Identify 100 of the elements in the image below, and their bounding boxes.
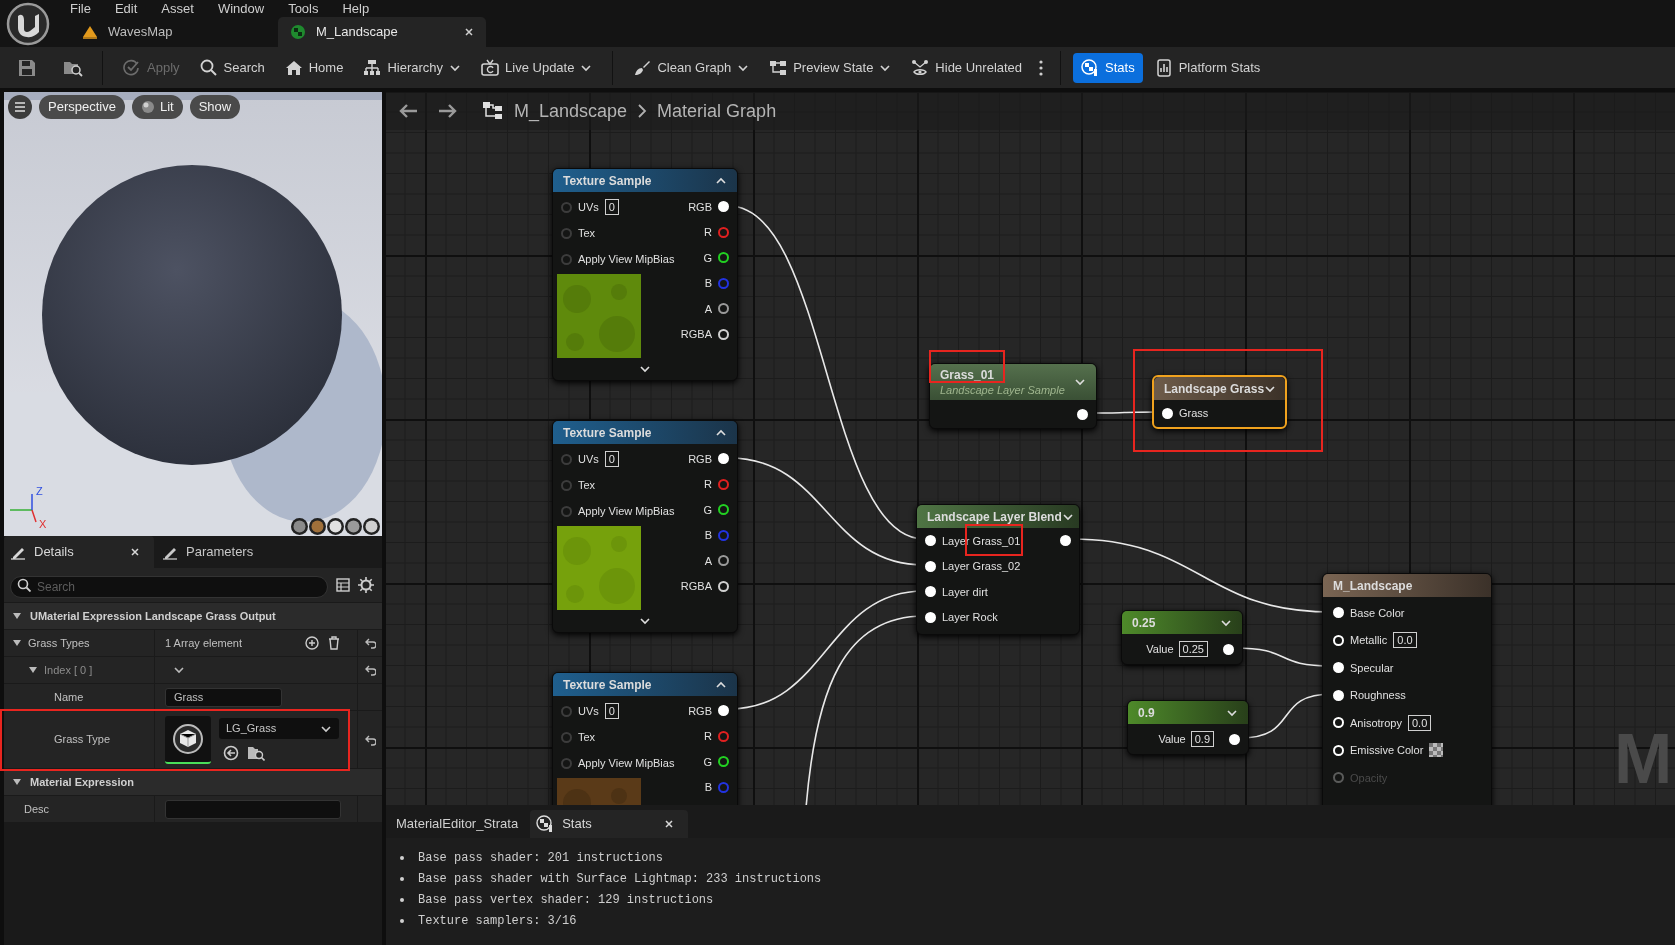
panel-tab[interactable]: Details [4,536,154,568]
chevron-down-icon[interactable] [639,363,651,375]
reset-icon[interactable] [364,636,376,650]
document-tab[interactable]: M_Landscape [278,17,486,47]
toolbar-button[interactable]: Hierarchy [355,52,470,83]
viewport-button[interactable]: Lit [131,95,183,119]
cube-icon [172,722,204,755]
expand-arrow-icon[interactable] [12,611,22,621]
graph-type-label: M [1614,724,1673,794]
pin-label: Specular [1350,660,1394,676]
value-field[interactable]: 0.0 [1408,714,1432,731]
pin-label: A [704,301,712,317]
property-label: Grass Types [28,635,90,651]
property-label: Grass Type [54,732,111,748]
settings-icon[interactable] [358,577,374,593]
asset-dropdown[interactable]: LG_Grass [219,718,339,739]
more-options-icon[interactable] [1038,58,1045,77]
value-field[interactable]: 0 [604,199,619,215]
graph-node[interactable]: Texture Sample UVs 0 Tex Apply View MipBias RGB R G B A RGBA [552,420,738,633]
menu-icon [14,102,26,112]
menu-item[interactable]: Edit [102,0,150,17]
connection-pin[interactable] [718,303,729,315]
graph-node[interactable]: Texture Sample UVs 0 Tex Apply View MipBias RGB R G B [552,672,738,805]
menu-item[interactable]: Window [205,0,277,17]
search-icon [17,578,31,592]
toolbar-button[interactable]: Preview State [761,52,900,83]
trash-icon[interactable] [327,636,341,650]
panel-tab[interactable]: Stats [530,810,689,838]
text-field[interactable] [165,799,341,819]
breadcrumb-item[interactable]: Material Graph [657,97,777,125]
menu-item[interactable]: File [58,0,103,17]
table-icon[interactable] [336,578,350,592]
value-field[interactable]: 0 [604,703,619,719]
connection-pin[interactable] [718,252,729,264]
graph-node[interactable]: 0.9 Value 0.9 [1127,700,1249,755]
pin-label: Apply View MipBias [578,755,675,771]
stats-line: Base pass shader: 201 instructions [418,850,663,867]
graph-node[interactable]: Texture Sample UVs 0 Tex Apply View MipBias RGB R G B A RGBA [552,168,738,381]
pin-label: R [704,729,712,744]
viewport-button[interactable]: Perspective [39,95,125,119]
asset-thumbnail[interactable] [165,715,211,764]
toolbar-button[interactable]: Home [276,52,352,83]
close-icon[interactable] [464,27,474,37]
bullet-icon [400,856,404,860]
connection-pin[interactable] [718,756,729,768]
document-tab[interactable]: WavesMap [70,17,276,47]
toolbar-button[interactable]: Live Update [473,52,601,83]
chevron-down-icon[interactable] [173,664,185,676]
connection-pin[interactable] [718,504,729,516]
toolbar-button[interactable]: Search [191,52,273,83]
chevron-down-icon[interactable] [639,615,651,627]
pin-label: RGBA [680,327,712,342]
app-logo-icon[interactable] [6,1,50,46]
menu-item[interactable]: Asset [149,0,206,17]
property-label: Index [ 0 ] [44,662,93,678]
search-field[interactable]: Search [10,576,328,598]
node-title: M_Landscape [1333,577,1413,595]
pin-label: Roughness [1350,688,1406,703]
close-icon[interactable] [664,819,675,829]
expand-arrow-icon[interactable] [12,777,22,787]
breadcrumb-item[interactable]: M_Landscape [514,97,628,125]
value-field[interactable]: 0 [604,451,619,467]
pin-label: B [704,780,712,795]
close-icon[interactable] [130,547,140,557]
expand-arrow-icon[interactable] [28,665,38,675]
back-arrow-icon[interactable] [398,103,418,119]
graph-node[interactable]: 0.25 Value 0.25 [1121,610,1243,665]
node-title: Texture Sample [563,676,652,694]
value-field[interactable]: 0.25 [1178,641,1208,657]
warning-triangle-icon [82,24,98,40]
bullet-icon [400,919,404,923]
pin-label: RGB [688,451,712,467]
reset-icon[interactable] [364,663,376,677]
pin-label: Tex [578,225,596,241]
connection-pin[interactable] [718,555,729,567]
panel-tab[interactable]: Parameters [154,536,262,568]
pin-label: Layer Grass_02 [942,559,1022,574]
pin-label: B [704,276,712,291]
node-graph-icon [769,58,788,77]
pin-label: RGB [688,703,712,719]
toolbar-button[interactable]: Stats [1073,52,1143,83]
add-icon[interactable] [305,636,319,650]
menu-item[interactable]: Help [330,0,382,17]
pin-label: A [704,553,712,569]
panel-tab[interactable]: MaterialEditor_Strata [388,810,527,838]
value-field[interactable]: 0.9 [1190,731,1214,747]
menu-item[interactable]: Tools [276,0,331,17]
folder-search-icon[interactable] [247,745,265,761]
node-title: Landscape Grass [1164,380,1265,398]
color-swatch-icon[interactable] [1429,743,1444,758]
value-field[interactable]: 0.0 [1393,632,1417,649]
expand-arrow-icon[interactable] [12,638,22,648]
text-field[interactable]: Grass [165,687,282,707]
toolbar-button[interactable]: Hide Unrelated [903,52,1031,83]
toolbar-button[interactable]: Platform Stats [1146,52,1269,83]
arrow-left-icon[interactable] [223,745,239,761]
sphere-icon [293,520,306,533]
forward-arrow-icon[interactable] [438,103,458,119]
toolbar-button[interactable]: Clean Graph [625,52,758,83]
graph-node[interactable]: Landscape Grass Grass [1152,375,1287,429]
